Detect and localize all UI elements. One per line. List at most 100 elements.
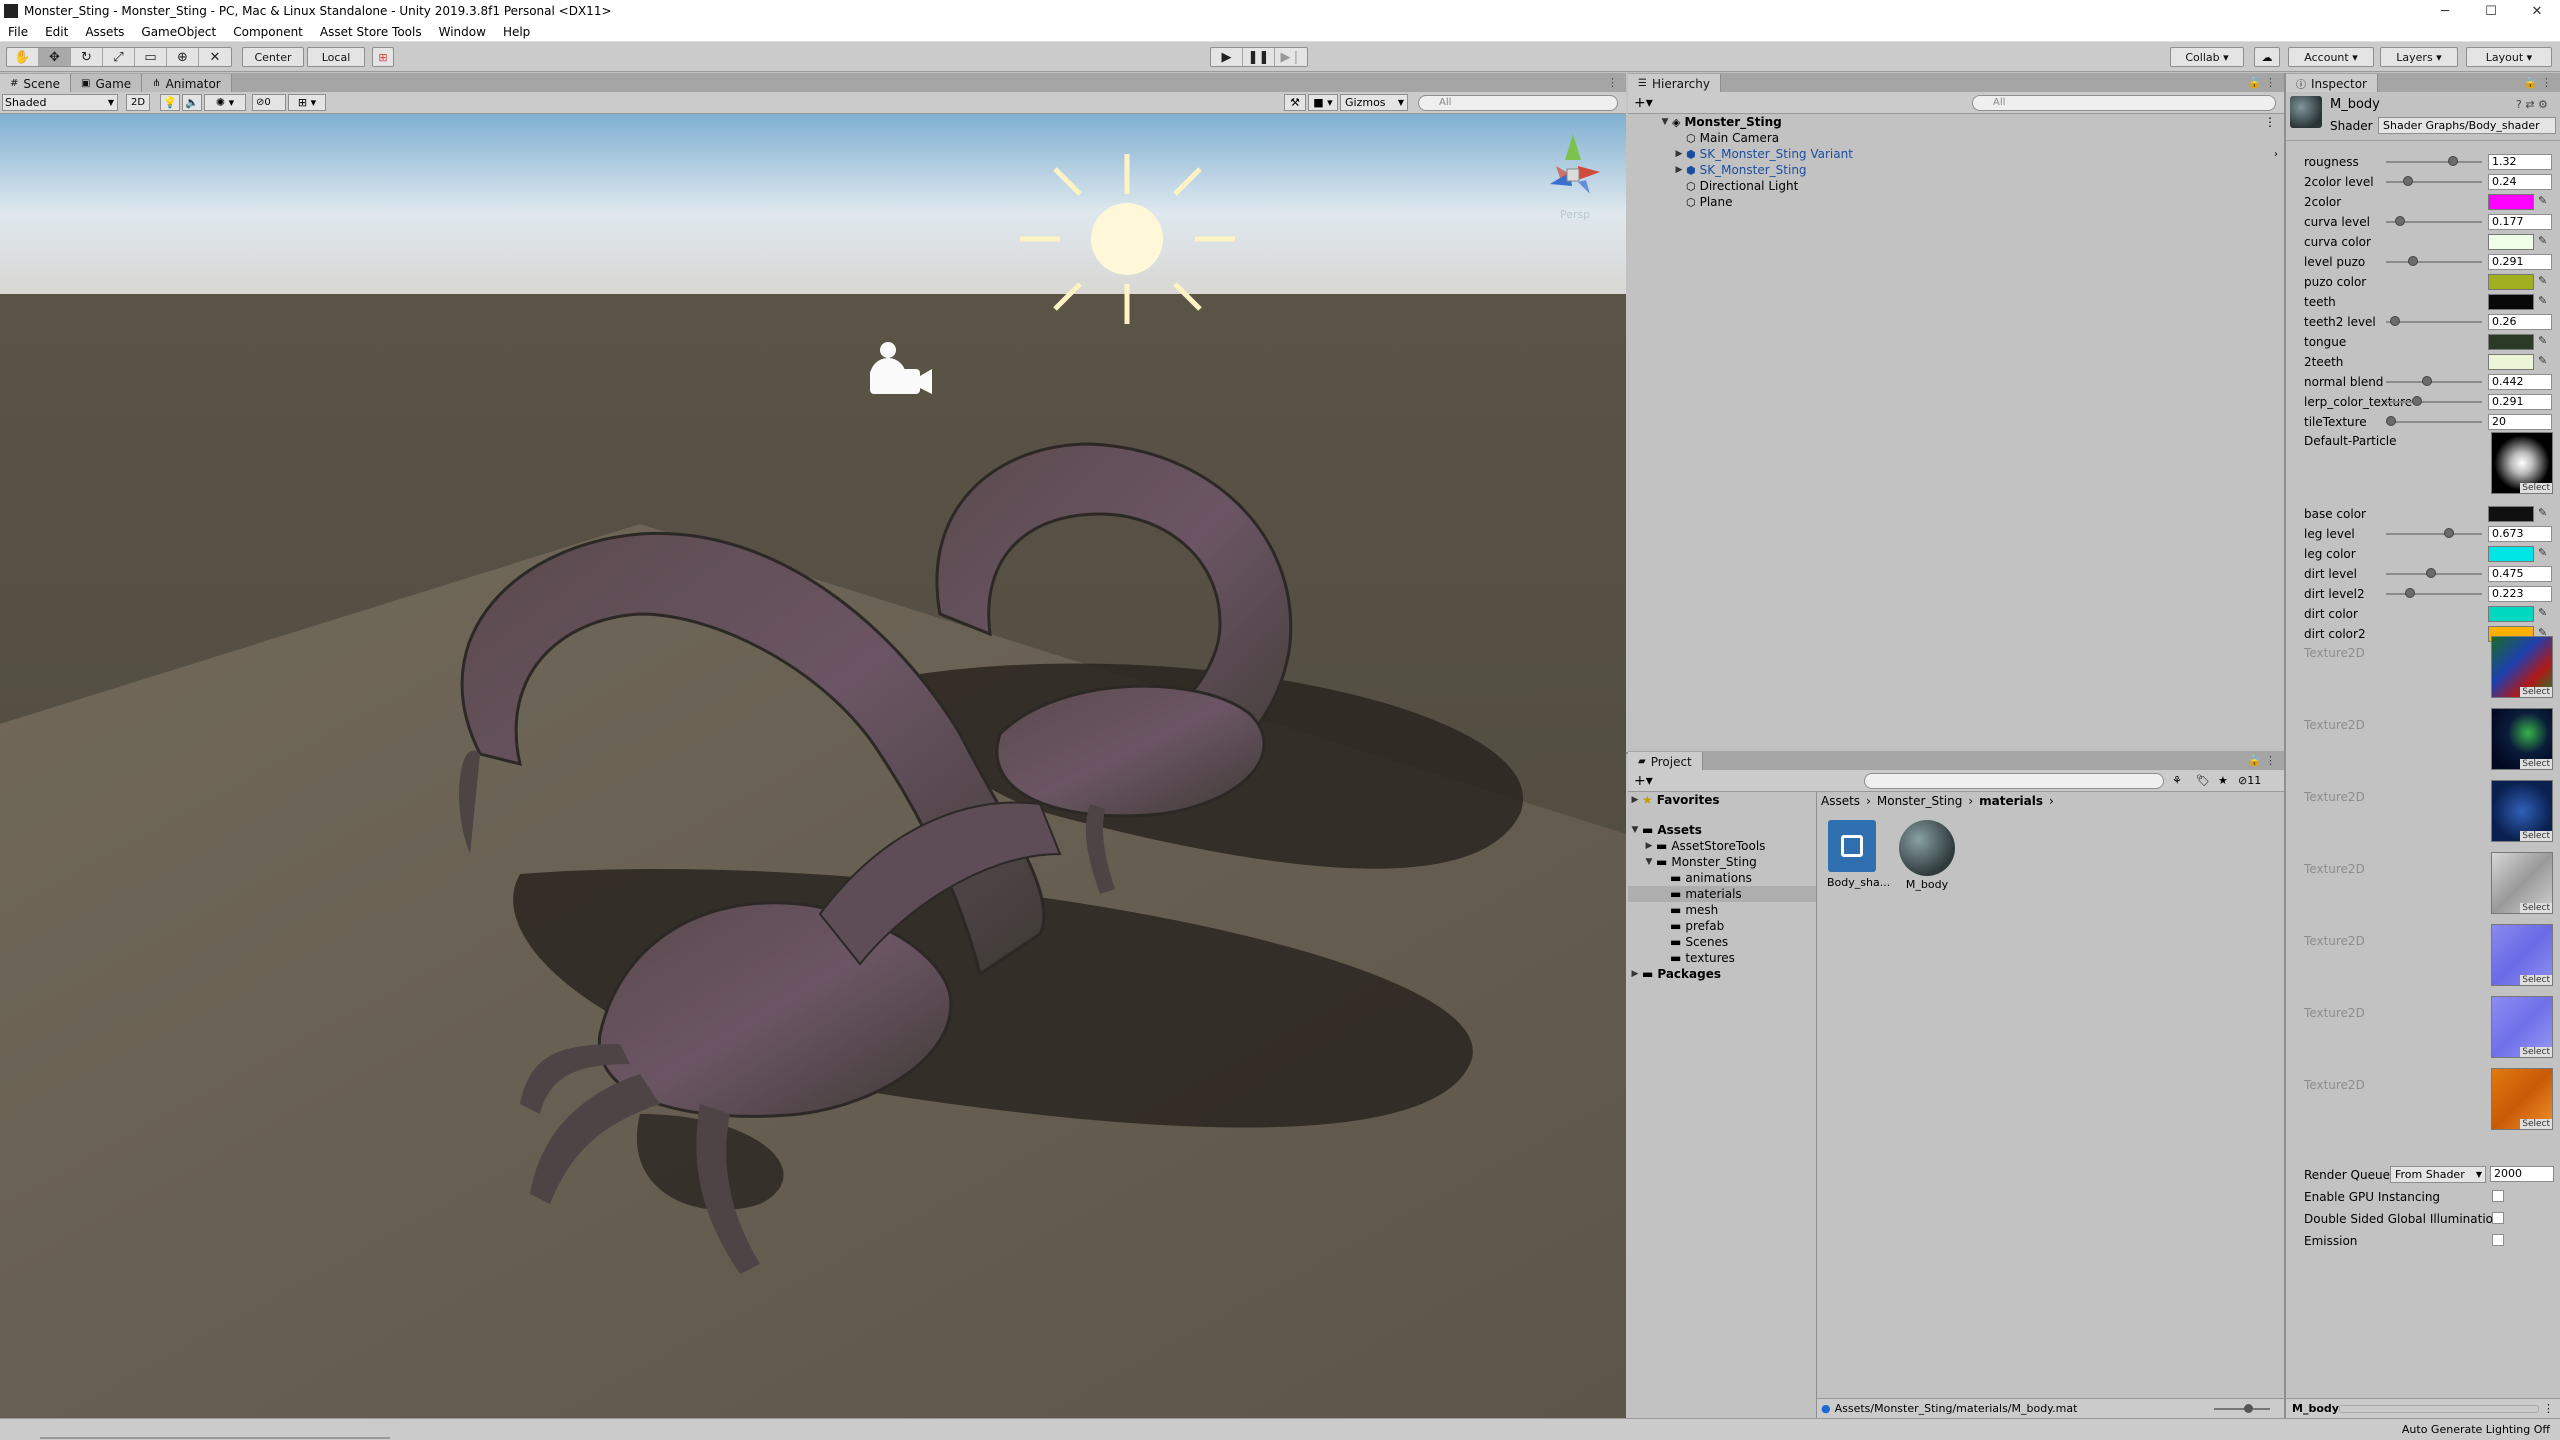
grid-dropdown-icon[interactable]: ⊞ ▾: [288, 94, 326, 111]
menu-asset-store-tools[interactable]: Asset Store Tools: [312, 25, 431, 39]
default-particle-texture-slot[interactable]: Select: [2491, 432, 2553, 494]
color-swatch[interactable]: [2488, 234, 2534, 250]
pivot-center-button[interactable]: Center: [242, 47, 304, 67]
texture-slot[interactable]: Select: [2491, 924, 2553, 986]
slider-knob[interactable]: [2403, 176, 2414, 186]
minimize-button[interactable]: ─: [2422, 4, 2468, 19]
slider-knob[interactable]: [2443, 528, 2454, 538]
select-button[interactable]: Select: [2520, 759, 2552, 769]
texture-slot[interactable]: Select: [2491, 708, 2553, 770]
property-slider[interactable]: [2386, 568, 2482, 578]
color-swatch[interactable]: [2488, 506, 2534, 522]
tools-icon[interactable]: ⚒: [1284, 94, 1306, 111]
tree-packages[interactable]: ▶ ▬ Packages: [1628, 966, 1816, 982]
hierarchy-item[interactable]: ▶ ⬢ SK_Monster_Sting: [1628, 162, 2284, 178]
tab-scene[interactable]: # Scene: [0, 74, 71, 93]
scene-menu-icon[interactable]: ⋮: [2264, 115, 2276, 129]
hierarchy-item[interactable]: ⬡ Plane: [1628, 194, 2284, 210]
color-swatch[interactable]: [2488, 334, 2534, 350]
effects-dropdown-icon[interactable]: ✺ ▾: [204, 94, 246, 111]
tree-folder-selected[interactable]: ▬ materials: [1628, 886, 1816, 902]
tab-inspector[interactable]: ⓘ Inspector: [2286, 74, 2378, 93]
eyedropper-icon[interactable]: ✎: [2538, 334, 2548, 348]
property-value-field[interactable]: 0.223: [2488, 586, 2552, 602]
tab-hierarchy[interactable]: ☰ Hierarchy: [1628, 74, 1721, 93]
texture-slot[interactable]: Select: [2491, 996, 2553, 1058]
slider-knob[interactable]: [2407, 256, 2418, 266]
property-value-field[interactable]: 0.442: [2488, 374, 2552, 390]
slider-knob[interactable]: [2426, 568, 2437, 578]
custom-tool-icon[interactable]: ✕: [199, 48, 231, 66]
scale-tool-icon[interactable]: ⤢: [103, 48, 135, 66]
color-swatch[interactable]: [2488, 274, 2534, 290]
transform-tool-icon[interactable]: ⊕: [167, 48, 199, 66]
texture-slot[interactable]: Select: [2491, 636, 2553, 698]
tree-folder[interactable]: ▼ ▬ Monster_Sting: [1628, 854, 1816, 870]
eyedropper-icon[interactable]: ✎: [2538, 294, 2548, 308]
property-slider[interactable]: [2386, 216, 2482, 226]
chevron-right-icon[interactable]: ›: [2274, 149, 2278, 160]
color-swatch[interactable]: [2488, 606, 2534, 622]
panel-menu-icon[interactable]: ⋮: [2543, 1402, 2554, 1415]
tab-animator[interactable]: ⋔ Animator: [142, 74, 232, 93]
filter-by-label-icon[interactable]: 🏷: [2196, 774, 2210, 787]
menu-component[interactable]: Component: [225, 25, 312, 39]
hand-tool-icon[interactable]: ✋: [7, 48, 39, 66]
gizmos-dropdown[interactable]: Gizmos ▼: [1340, 94, 1408, 111]
color-swatch[interactable]: [2488, 294, 2534, 310]
asset-body-shader[interactable]: Body_sha...: [1827, 820, 1890, 889]
property-slider[interactable]: [2386, 416, 2482, 426]
property-value-field[interactable]: 0.475: [2488, 566, 2552, 582]
slider-knob[interactable]: [2386, 416, 2396, 426]
texture-slot[interactable]: Select: [2491, 1068, 2553, 1130]
create-add-icon[interactable]: +▾: [1634, 95, 1653, 111]
slider-knob[interactable]: [2447, 156, 2458, 166]
icon-size-slider[interactable]: [2214, 1403, 2270, 1413]
eyedropper-icon[interactable]: ✎: [2538, 506, 2548, 520]
hierarchy-item[interactable]: ▶ ⬢ SK_Monster_Sting Variant ›: [1628, 146, 2284, 162]
tree-folder[interactable]: ▬ animations: [1628, 870, 1816, 886]
slider-knob[interactable]: [2422, 376, 2433, 386]
move-tool-icon[interactable]: ✥: [39, 48, 71, 66]
hierarchy-item[interactable]: ⬡ Directional Light: [1628, 178, 2284, 194]
pause-icon[interactable]: ❚❚: [1243, 48, 1275, 66]
tree-folder[interactable]: ▬ textures: [1628, 950, 1816, 966]
texture-slot[interactable]: Select: [2491, 852, 2553, 914]
scene-search-input[interactable]: All: [1418, 95, 1618, 111]
property-value-field[interactable]: 1.32: [2488, 154, 2552, 170]
emission-checkbox[interactable]: [2492, 1234, 2504, 1246]
eyedropper-icon[interactable]: ✎: [2538, 194, 2548, 208]
eyedropper-icon[interactable]: ✎: [2538, 546, 2548, 560]
collab-button[interactable]: Collab ▾: [2170, 47, 2244, 67]
mode-2d-toggle[interactable]: 2D: [126, 94, 150, 111]
menu-edit[interactable]: Edit: [37, 25, 77, 39]
header-actions-icon[interactable]: ? ⇄ ⚙: [2516, 98, 2548, 111]
breadcrumb-item[interactable]: materials: [1979, 794, 2043, 808]
property-slider[interactable]: [2386, 588, 2482, 598]
menu-gameobject[interactable]: GameObject: [133, 25, 225, 39]
select-button[interactable]: Select: [2520, 831, 2552, 841]
property-value-field[interactable]: 0.291: [2488, 394, 2552, 410]
property-slider[interactable]: [2386, 316, 2482, 326]
property-value-field[interactable]: 0.673: [2488, 526, 2552, 542]
project-search-input[interactable]: [1864, 773, 2164, 789]
menu-file[interactable]: File: [0, 25, 37, 39]
pivot-local-button[interactable]: Local: [307, 47, 365, 67]
slider-knob[interactable]: [2390, 316, 2401, 326]
slider-knob[interactable]: [2411, 396, 2422, 406]
tree-folder[interactable]: ▬ Scenes: [1628, 934, 1816, 950]
property-value-field[interactable]: 0.291: [2488, 254, 2552, 270]
render-queue-field[interactable]: 2000: [2490, 1166, 2554, 1182]
tab-game[interactable]: ▣ Game: [70, 74, 143, 93]
menu-help[interactable]: Help: [495, 25, 539, 39]
panel-menu-icon[interactable]: 🔒 ⋮: [2248, 76, 2276, 89]
tab-project[interactable]: ▰ Project: [1628, 752, 1703, 771]
property-value-field[interactable]: 20: [2488, 414, 2552, 430]
color-swatch[interactable]: [2488, 194, 2534, 210]
property-value-field[interactable]: 0.24: [2488, 174, 2552, 190]
panel-menu-icon[interactable]: 🔒 ⋮: [2248, 754, 2276, 767]
lighting-toggle-icon[interactable]: 💡: [160, 94, 180, 111]
rotate-tool-icon[interactable]: ↻: [71, 48, 103, 66]
play-icon[interactable]: ▶: [1211, 48, 1243, 66]
select-button[interactable]: Select: [2520, 903, 2552, 913]
